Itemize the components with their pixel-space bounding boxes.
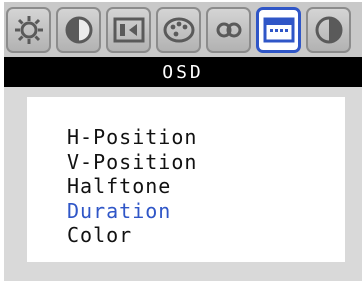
misc-icon [315,16,342,43]
osd-window: OSD H-Position V-Position Halftone Durat… [0,0,362,281]
brightness-icon [14,15,43,44]
contrast-icon [65,16,92,43]
menu-list: H-Position V-Position Halftone Duration … [67,125,197,248]
menu-item-halftone[interactable]: Halftone [67,174,197,199]
position-icon [113,17,144,42]
osd-icon [263,17,294,42]
menu-item-color[interactable]: Color [67,223,197,248]
page-title: OSD [162,61,204,83]
tab-color[interactable] [156,6,201,53]
tab-osd[interactable] [256,6,301,53]
menu-item-h-position[interactable]: H-Position [67,125,197,150]
menu-box: H-Position V-Position Halftone Duration … [27,97,345,262]
menu-item-duration[interactable]: Duration [67,199,197,224]
tab-contrast[interactable] [56,6,101,53]
tab-position[interactable] [106,6,151,53]
menu-item-v-position[interactable]: V-Position [67,150,197,175]
tab-image[interactable] [206,6,251,53]
color-palette-icon [163,17,194,42]
tab-row [4,2,362,57]
menu-panel: H-Position V-Position Halftone Duration … [4,87,362,281]
image-settings-icon [216,22,241,37]
tab-brightness[interactable] [6,6,51,53]
tab-misc[interactable] [306,6,351,53]
title-bar: OSD [4,57,362,87]
